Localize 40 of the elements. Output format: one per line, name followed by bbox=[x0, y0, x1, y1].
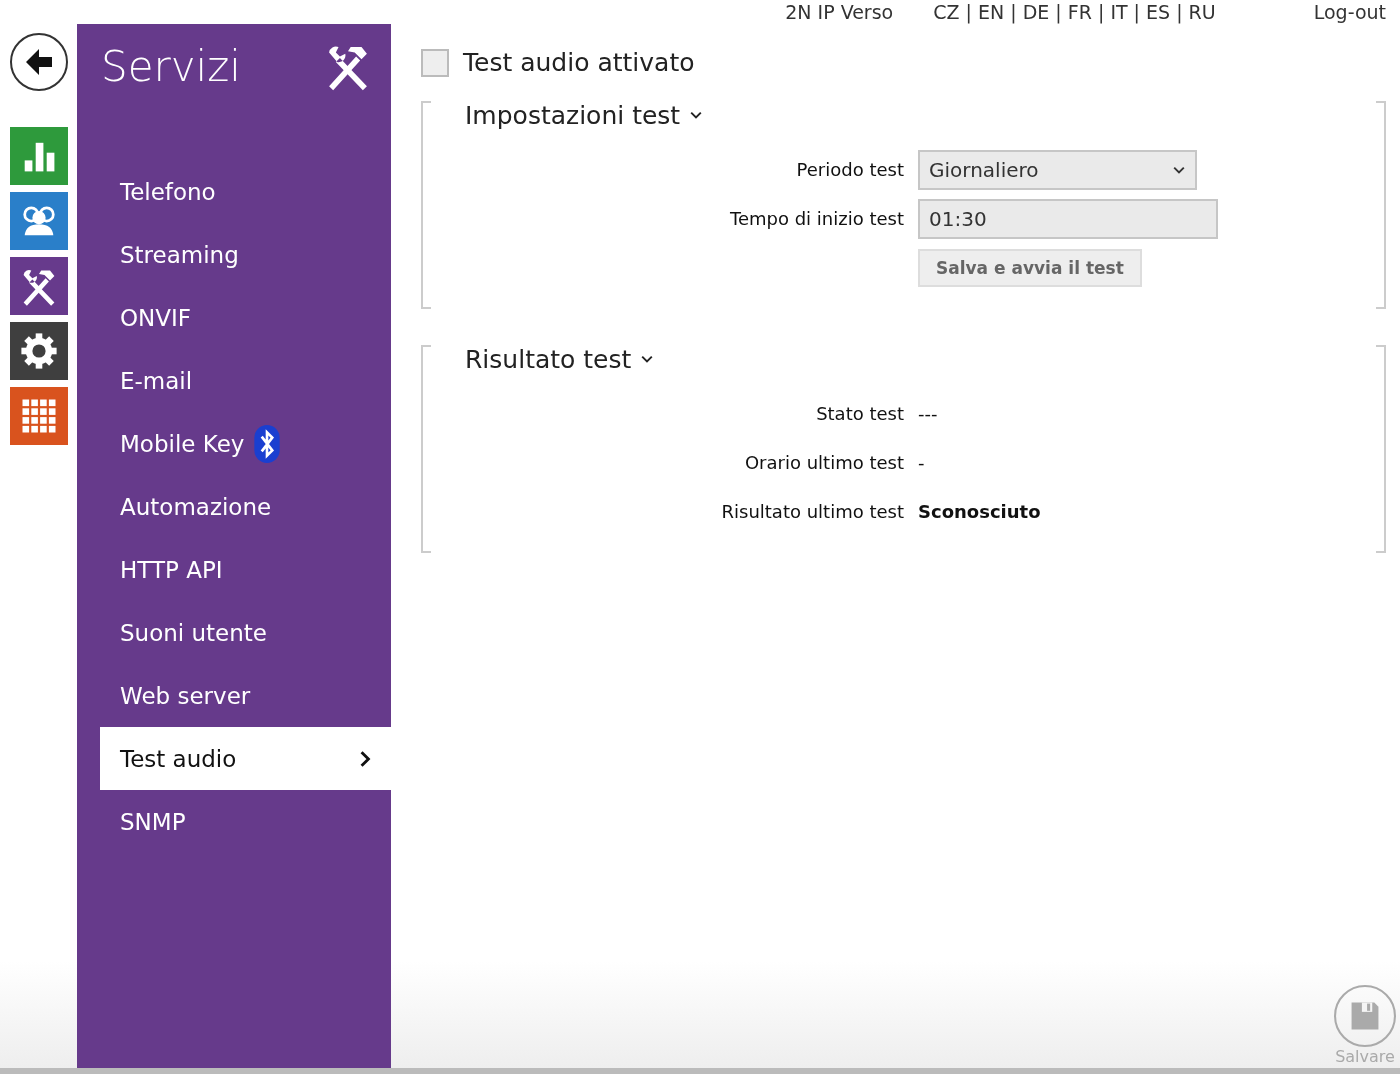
back-icon[interactable] bbox=[8, 32, 69, 92]
field-value: - bbox=[918, 452, 926, 473]
period-dropdown[interactable]: Giornaliero bbox=[918, 149, 1197, 190]
device-name: 2N IP Verso bbox=[785, 0, 894, 24]
menu-item[interactable]: HTTP API bbox=[100, 538, 391, 601]
bar-chart-icon[interactable] bbox=[9, 127, 68, 185]
section-header[interactable]: Impostazioni test bbox=[465, 95, 1386, 135]
menu-item[interactable]: SNMP bbox=[100, 790, 391, 853]
grid-icon[interactable] bbox=[9, 387, 68, 445]
field-label: Periodo test bbox=[795, 159, 904, 180]
field-value: Sconosciuto bbox=[918, 501, 1041, 522]
menu-item[interactable]: Web server bbox=[100, 664, 391, 727]
menu-item[interactable]: E-mail bbox=[100, 349, 391, 412]
users-icon[interactable] bbox=[9, 192, 68, 250]
chevron-right-icon bbox=[359, 750, 371, 767]
chevron-down-icon bbox=[1173, 164, 1185, 175]
logout-link[interactable]: Log-out bbox=[1313, 0, 1386, 24]
checkbox-label: Test audio attivato bbox=[463, 48, 695, 77]
menu-item[interactable]: Suoni utente bbox=[100, 601, 391, 664]
checkbox[interactable] bbox=[421, 48, 449, 77]
menu-item[interactable]: Automazione bbox=[100, 475, 391, 538]
language-links[interactable]: CZ | EN | DE | FR | IT | ES | RU bbox=[933, 0, 1216, 24]
section-title: Servizi bbox=[101, 41, 241, 91]
menu-item[interactable]: Mobile Key bbox=[100, 412, 391, 475]
section-header[interactable]: Risultato test bbox=[465, 339, 1386, 379]
save-start-button[interactable]: Salva e avvia il test bbox=[918, 248, 1142, 287]
tools-icon[interactable] bbox=[9, 257, 68, 315]
menu-item[interactable]: Streaming bbox=[100, 223, 391, 286]
settings-icon[interactable] bbox=[9, 322, 68, 380]
menu-item[interactable]: Telefono bbox=[100, 160, 391, 223]
field-label: Tempo di inizio test bbox=[729, 208, 904, 229]
input-field[interactable]: 01:30 bbox=[918, 198, 1218, 239]
chevron-down-icon bbox=[690, 110, 703, 120]
menu-item[interactable]: Test audio bbox=[100, 727, 391, 790]
field-label: Risultato ultimo test bbox=[720, 501, 904, 522]
field-label: Orario ultimo test bbox=[743, 452, 904, 473]
menu-item[interactable]: ONVIF bbox=[100, 286, 391, 349]
chevron-down-icon bbox=[641, 354, 654, 364]
field-label: Stato test bbox=[815, 403, 904, 424]
field-value: --- bbox=[918, 403, 939, 424]
